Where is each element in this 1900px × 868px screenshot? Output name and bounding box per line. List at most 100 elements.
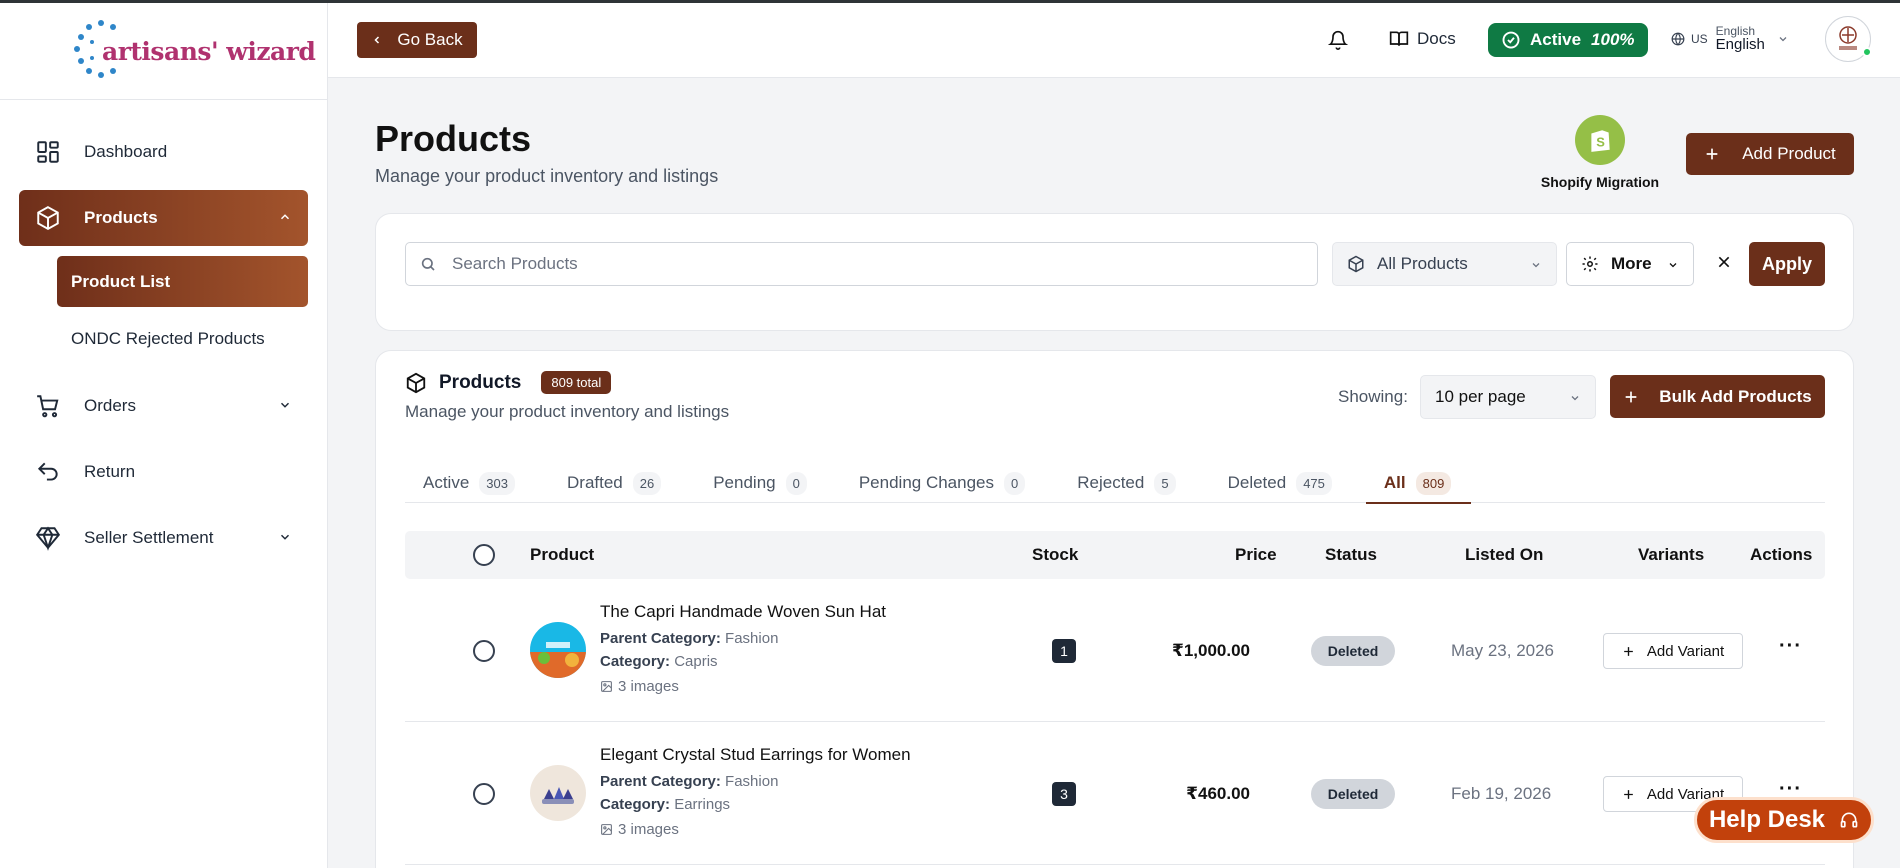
- bulk-add-products-button[interactable]: Bulk Add Products: [1610, 375, 1825, 418]
- tab-count-badge: 0: [1004, 471, 1026, 495]
- docs-link[interactable]: Docs: [1389, 29, 1456, 49]
- clear-filters-close-icon[interactable]: [1716, 254, 1732, 270]
- tab-label: Drafted: [567, 473, 623, 492]
- tab-count-badge: 475: [1296, 471, 1332, 495]
- search-box[interactable]: [405, 242, 1318, 286]
- parent-category-label: Parent Category:: [600, 630, 721, 647]
- gear-icon: [1582, 256, 1598, 272]
- bell-icon[interactable]: [1328, 30, 1348, 50]
- dashboard-icon: [34, 138, 62, 166]
- image-icon: [601, 681, 612, 692]
- chevron-down-icon: [1669, 263, 1677, 268]
- tab-label: Deleted: [1227, 473, 1287, 492]
- go-back-button[interactable]: Go Back: [357, 22, 477, 58]
- language-selector[interactable]: US English English: [1671, 25, 1789, 52]
- status-badge: Deleted: [1311, 779, 1395, 809]
- products-card-heading: Products: [439, 371, 522, 393]
- category-label: Category:: [600, 796, 671, 813]
- per-page-value: 10 per page: [1435, 387, 1526, 406]
- sidebar: artisans' wizard Dashboard Products Prod…: [0, 3, 328, 868]
- row-select-checkbox[interactable]: [473, 640, 495, 662]
- product-name[interactable]: The Capri Handmade Woven Sun Hat: [600, 602, 886, 622]
- product-name[interactable]: Elegant Crystal Stud Earrings for Women: [600, 745, 911, 765]
- tab-label: Pending Changes: [858, 473, 995, 492]
- sidebar-item-label: Return: [84, 462, 136, 481]
- sidebar-item-products[interactable]: Products: [19, 190, 308, 246]
- products-card-subtitle: Manage your product inventory and listin…: [405, 402, 730, 421]
- column-header-product[interactable]: Product: [530, 545, 594, 565]
- language-current: English: [1715, 36, 1765, 53]
- sidebar-subitem-ondc-rejected[interactable]: ONDC Rejected Products: [57, 313, 308, 364]
- chevron-left-icon: [374, 36, 380, 44]
- sidebar-item-label: Seller Settlement: [84, 528, 214, 547]
- box-icon: [34, 204, 62, 232]
- headset-icon: [1840, 812, 1858, 828]
- tab-all[interactable]: All 809: [1365, 463, 1472, 504]
- add-product-button[interactable]: Add Product: [1686, 133, 1854, 175]
- shopify-migration-button[interactable]: S Shopify Migration: [1535, 115, 1665, 190]
- sidebar-subitem-product-list[interactable]: Product List: [57, 256, 308, 307]
- more-actions-icon[interactable]: ···: [1779, 779, 1802, 799]
- stock-badge: 3: [1052, 782, 1076, 806]
- image-count: 3 images: [600, 678, 679, 695]
- tab-drafted[interactable]: Drafted 26: [549, 463, 681, 503]
- sidebar-subitem-label: Product List: [71, 271, 171, 291]
- column-header-listed-on[interactable]: Listed On: [1465, 545, 1543, 565]
- tab-rejected[interactable]: Rejected 5: [1059, 463, 1195, 503]
- listed-on-date: May 23, 2026: [1451, 641, 1555, 660]
- language-names: English English: [1716, 25, 1765, 52]
- image-count-label: 3 images: [618, 678, 679, 695]
- sidebar-item-return[interactable]: Return: [19, 444, 308, 500]
- listed-on-date: Feb 19, 2026: [1451, 784, 1552, 803]
- tab-count-badge: 303: [479, 471, 515, 495]
- column-header-price[interactable]: Price: [1235, 545, 1277, 565]
- status-tabs: Active 303 Drafted 26 Pending 0 Pending Cha…: [405, 463, 1825, 504]
- product-thumbnail[interactable]: [530, 765, 586, 821]
- product-thumbnail[interactable]: [530, 622, 586, 678]
- box-icon: [406, 372, 426, 393]
- parent-category: Parent Category: Fashion: [600, 630, 778, 647]
- sidebar-item-label: Products: [84, 208, 158, 227]
- tab-pending[interactable]: Pending 0: [695, 463, 827, 503]
- status-percent: 100%: [1591, 30, 1635, 49]
- category-filter-select[interactable]: All Products: [1332, 242, 1557, 286]
- brand-logo[interactable]: artisans' wizard: [0, 3, 327, 100]
- tab-deleted[interactable]: Deleted 475: [1210, 463, 1352, 503]
- add-variant-button[interactable]: Add Variant: [1603, 633, 1743, 669]
- shopify-migration-label: Shopify Migration: [1540, 174, 1660, 190]
- per-page-select[interactable]: 10 per page: [1420, 375, 1596, 419]
- more-filters-button[interactable]: More: [1566, 242, 1694, 286]
- sidebar-item-seller-settlement[interactable]: Seller Settlement: [19, 510, 308, 566]
- chevron-down-icon: [1571, 396, 1579, 401]
- column-header-stock[interactable]: Stock: [1032, 545, 1078, 565]
- column-header-status[interactable]: Status: [1325, 545, 1377, 565]
- table-row[interactable]: Elegant Crystal Stud Earrings for Women …: [405, 722, 1825, 865]
- add-variant-label: Add Variant: [1646, 642, 1725, 660]
- sidebar-item-orders[interactable]: Orders: [19, 378, 308, 434]
- chevron-down-icon: [280, 402, 290, 408]
- help-desk-button[interactable]: Help Desk: [1694, 797, 1874, 843]
- select-all-checkbox[interactable]: [473, 544, 495, 566]
- help-desk-label: Help Desk: [1708, 806, 1826, 833]
- tab-active[interactable]: Active 303: [405, 463, 535, 503]
- row-select-checkbox[interactable]: [473, 783, 495, 805]
- user-avatar[interactable]: [1825, 16, 1872, 62]
- chevron-down-icon: [1532, 263, 1540, 268]
- search-input[interactable]: [452, 254, 1252, 274]
- tab-label: All: [1383, 473, 1406, 492]
- page-title: Products: [375, 118, 532, 159]
- apply-button[interactable]: Apply: [1749, 242, 1825, 286]
- sidebar-item-dashboard[interactable]: Dashboard: [19, 124, 308, 180]
- parent-category: Parent Category: Fashion: [600, 773, 778, 790]
- logo-dots-icon: [70, 18, 132, 84]
- more-actions-icon[interactable]: ···: [1779, 636, 1802, 656]
- search-icon: [421, 257, 435, 271]
- table-row[interactable]: The Capri Handmade Woven Sun Hat Parent …: [405, 579, 1825, 722]
- plus-icon: [1706, 148, 1718, 160]
- tab-pending-changes[interactable]: Pending Changes 0: [841, 463, 1045, 503]
- stock-badge: 1: [1052, 639, 1076, 663]
- avatar-logo-icon: [1839, 26, 1857, 50]
- add-product-label: Add Product: [1742, 144, 1836, 163]
- status-label: Active: [1530, 30, 1582, 49]
- account-status-badge[interactable]: Active 100%: [1488, 23, 1648, 57]
